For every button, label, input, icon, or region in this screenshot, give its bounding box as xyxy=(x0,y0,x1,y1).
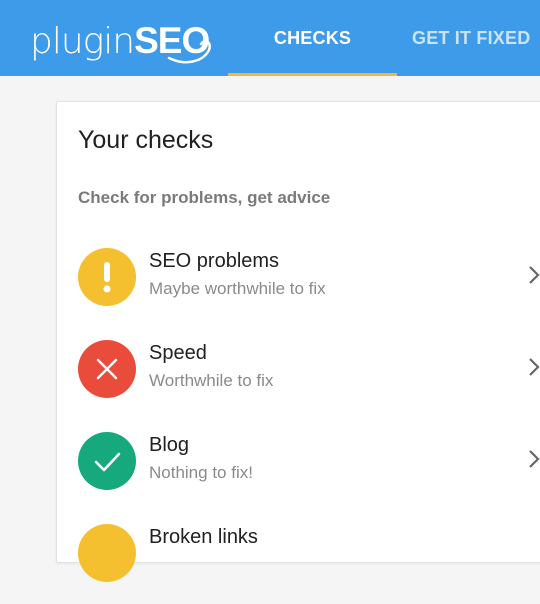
tab-get-it-fixed-label: GET IT FIXED xyxy=(412,27,531,48)
close-icon xyxy=(78,340,136,398)
exclamation-icon xyxy=(78,248,136,306)
check-item-title: SEO problems xyxy=(149,250,280,272)
logo-text-plugin: plugin xyxy=(30,21,135,62)
check-icon xyxy=(78,432,136,490)
chevron-right-icon xyxy=(529,358,540,376)
check-item-broken-links[interactable]: Broken links xyxy=(57,524,540,604)
tab-checks[interactable]: CHECKS xyxy=(228,0,397,76)
check-item-title: Blog xyxy=(149,434,190,456)
check-item-seo-problems[interactable]: SEO problems Maybe worthwhile to fix xyxy=(57,248,540,328)
tab-get-it-fixed[interactable]: GET IT FIXED xyxy=(412,0,540,76)
checks-card: Your checks Check for problems, get advi… xyxy=(56,101,540,582)
check-item-title: Speed xyxy=(149,342,207,364)
check-item-status: Worthwhile to fix xyxy=(149,371,274,390)
check-item-status: Nothing to fix! xyxy=(149,463,253,482)
card-title: Your checks xyxy=(78,126,214,154)
check-item-status: Maybe worthwhile to fix xyxy=(149,279,326,298)
warning-circle-icon xyxy=(78,524,136,582)
check-item-speed[interactable]: Speed Worthwhile to fix xyxy=(57,340,540,420)
chevron-right-icon xyxy=(529,266,540,284)
pluginseo-logo[interactable]: pluginSEO xyxy=(30,20,211,64)
tab-checks-label: CHECKS xyxy=(273,27,352,48)
check-item-blog[interactable]: Blog Nothing to fix! xyxy=(57,432,540,512)
logo-swoosh-icon xyxy=(167,39,211,64)
card-subtitle: Check for problems, get advice xyxy=(78,188,331,207)
top-navigation-bar: pluginSEO CHECKS GET IT FIXED xyxy=(0,0,540,76)
check-item-title: Broken links xyxy=(149,526,258,548)
chevron-right-icon xyxy=(529,450,540,468)
